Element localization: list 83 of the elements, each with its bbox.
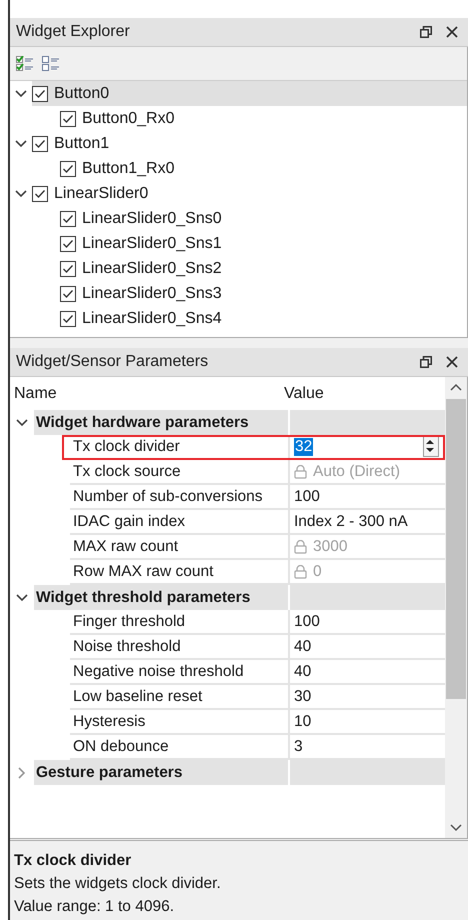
property-row[interactable]: Number of sub-conversions 100 xyxy=(10,485,445,510)
checked-checkbox[interactable] xyxy=(32,186,48,202)
tree-item[interactable]: LinearSlider0_Sns0 xyxy=(60,206,230,231)
chevron-right-icon[interactable] xyxy=(18,766,26,778)
panel-title: Widget Explorer xyxy=(16,23,131,41)
property-row[interactable]: Tx clock divider 32 xyxy=(62,435,445,460)
chevron-down-icon[interactable] xyxy=(15,90,27,98)
checked-checkbox[interactable] xyxy=(60,260,76,276)
property-name: MAX raw count xyxy=(73,538,178,556)
description-text: Value range: 1 to 4096. xyxy=(14,897,176,917)
tree-item[interactable]: LinearSlider0_Sns1 xyxy=(60,231,230,256)
chevron-down-icon[interactable] xyxy=(15,190,27,198)
property-value: 40 xyxy=(294,662,312,680)
checked-checkbox[interactable] xyxy=(60,160,76,176)
group-header[interactable]: Widget hardware parameters xyxy=(34,410,290,435)
property-value: 30 xyxy=(294,688,312,706)
property-name: Hysteresis xyxy=(73,712,146,730)
checked-checkbox[interactable] xyxy=(32,86,48,102)
checked-checkbox[interactable] xyxy=(60,286,76,302)
property-name: ON debounce xyxy=(73,738,169,756)
tree-item[interactable]: Button0 xyxy=(32,81,467,106)
tree-item[interactable]: Button1_Rx0 xyxy=(60,156,183,181)
property-value: 40 xyxy=(294,638,312,656)
panel-title: Widget/Sensor Parameters xyxy=(16,353,210,371)
property-value: 3000 xyxy=(313,538,348,556)
property-row[interactable]: Tx clock source Auto (Direct) xyxy=(10,460,445,485)
chevron-down-icon[interactable] xyxy=(16,594,28,602)
description-title: Tx clock divider xyxy=(14,851,132,871)
checked-checkbox[interactable] xyxy=(32,136,48,152)
tree-item[interactable]: LinearSlider0_Sns2 xyxy=(60,256,230,281)
spin-up-icon[interactable] xyxy=(424,437,436,446)
property-name: Negative noise threshold xyxy=(73,662,244,680)
close-icon[interactable] xyxy=(446,356,458,368)
property-row[interactable]: Noise threshold 40 xyxy=(10,635,445,660)
check-all-icon[interactable] xyxy=(16,56,34,72)
description-text: Sets the widgets clock divider. xyxy=(14,874,222,894)
property-value: 100 xyxy=(294,488,320,506)
tree-item[interactable]: Button1 xyxy=(32,131,118,156)
lock-icon xyxy=(294,464,307,478)
property-name: IDAC gain index xyxy=(73,512,186,530)
column-header[interactable]: Value xyxy=(280,384,445,402)
value-field[interactable]: 32 xyxy=(294,438,314,456)
tree-item[interactable]: Button0_Rx0 xyxy=(60,106,183,131)
property-row[interactable]: Hysteresis 10 xyxy=(10,710,445,735)
property-value: Index 2 - 300 nA xyxy=(294,512,408,530)
lock-icon xyxy=(294,540,307,554)
property-row[interactable]: Finger threshold 100 xyxy=(10,610,445,635)
group-header[interactable]: Gesture parameters xyxy=(34,760,290,785)
property-value: 0 xyxy=(313,562,322,580)
checked-checkbox[interactable] xyxy=(60,310,76,326)
tree-item[interactable]: LinearSlider0_Sns4 xyxy=(60,306,230,331)
property-value: Auto (Direct) xyxy=(313,462,400,480)
property-row[interactable]: Negative noise threshold 40 xyxy=(10,660,445,685)
property-name: Row MAX raw count xyxy=(73,562,214,580)
property-row[interactable]: IDAC gain index Index 2 - 300 nA xyxy=(10,510,445,535)
property-row[interactable]: MAX raw count 3000 xyxy=(10,535,445,560)
chevron-down-icon[interactable] xyxy=(16,418,28,426)
group-header[interactable]: Widget threshold parameters xyxy=(34,585,290,610)
tree-item[interactable]: LinearSlider0 xyxy=(32,181,156,206)
property-name: Tx clock divider xyxy=(73,438,180,456)
property-value: 3 xyxy=(294,738,303,756)
property-name: Noise threshold xyxy=(73,638,181,656)
close-icon[interactable] xyxy=(446,26,458,38)
restore-window-icon[interactable] xyxy=(420,356,432,368)
spinner[interactable] xyxy=(423,436,439,457)
property-value: 100 xyxy=(294,612,320,630)
chevron-down-icon[interactable] xyxy=(15,140,27,148)
property-name: Tx clock source xyxy=(73,462,181,480)
property-row[interactable]: Low baseline reset 30 xyxy=(10,685,445,710)
property-name: Low baseline reset xyxy=(73,688,202,706)
scrollbar-thumb[interactable] xyxy=(446,399,466,699)
tree-item[interactable]: LinearSlider0_Sns3 xyxy=(60,281,230,306)
property-name: Finger threshold xyxy=(73,612,186,630)
spin-down-icon[interactable] xyxy=(424,446,436,455)
checked-checkbox[interactable] xyxy=(60,210,76,226)
checked-checkbox[interactable] xyxy=(60,110,76,126)
property-value: 10 xyxy=(294,712,312,730)
uncheck-all-icon[interactable] xyxy=(42,56,60,72)
checked-checkbox[interactable] xyxy=(60,236,76,252)
property-name: Number of sub-conversions xyxy=(73,488,263,506)
lock-icon xyxy=(294,564,307,578)
column-header[interactable]: Name xyxy=(10,384,280,402)
restore-window-icon[interactable] xyxy=(420,26,432,38)
